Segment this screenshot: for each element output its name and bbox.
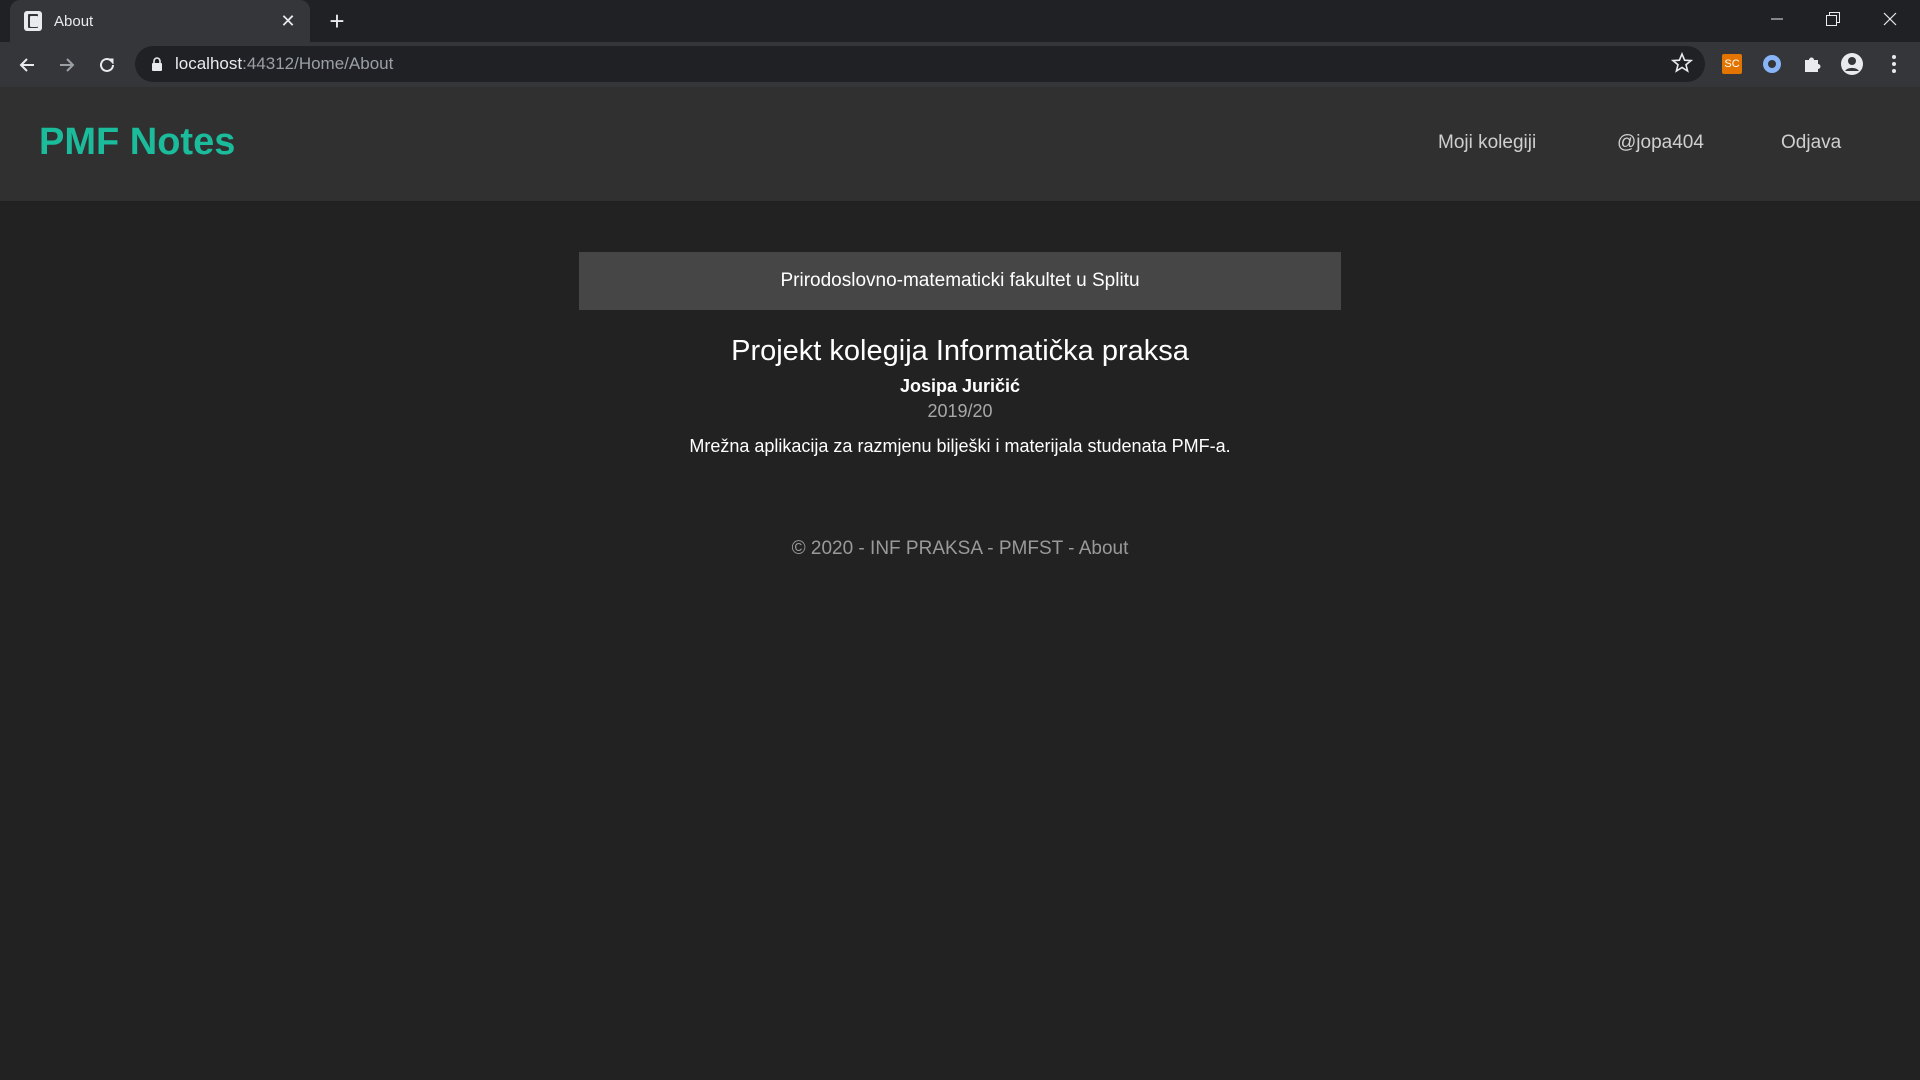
reload-icon xyxy=(100,57,114,72)
page-icon xyxy=(24,11,42,31)
bookmark-star-icon[interactable] xyxy=(1670,51,1694,79)
forward-button[interactable] xyxy=(50,48,84,82)
browser-tab-strip: About ✕ + xyxy=(0,0,1920,42)
tab-title: About xyxy=(54,12,94,30)
nav-link-profile[interactable]: @jopa404 xyxy=(1617,132,1704,154)
url-text: localhost:44312/Home/About xyxy=(175,54,394,73)
back-button[interactable] xyxy=(10,48,44,82)
author-name: Josipa Juričić xyxy=(899,376,1021,396)
page-title: Projekt kolegija Informatička praksa xyxy=(731,335,1189,367)
close-icon xyxy=(1883,12,1897,26)
extension-button[interactable] xyxy=(1758,50,1786,78)
footer: © 2020 - INF PRAKSA - PMFST - About xyxy=(0,538,1920,560)
address-bar[interactable]: localhost:44312/Home/About xyxy=(135,46,1705,82)
profile-button[interactable] xyxy=(1838,50,1866,78)
site-navbar: PMF Notes Moji kolegiji @jopa404 Odjava xyxy=(0,87,1920,201)
academic-year: 2019/20 xyxy=(927,401,993,421)
restore-icon xyxy=(1826,12,1840,26)
reload-button[interactable] xyxy=(90,48,124,82)
arrow-left-icon xyxy=(19,58,34,72)
footer-about-link[interactable]: About xyxy=(1079,538,1129,559)
project-description: Mrežna aplikacija za razmjenu bilješki i… xyxy=(689,436,1231,456)
page-content: PMF Notes Moji kolegiji @jopa404 Odjava … xyxy=(0,87,1920,1080)
extensions-button[interactable] xyxy=(1798,50,1826,78)
minimize-button[interactable] xyxy=(1749,0,1805,38)
brand-logo-link[interactable]: PMF Notes xyxy=(39,121,235,164)
browser-tab[interactable]: About ✕ xyxy=(10,0,310,42)
faculty-banner: Prirodoslovno-matematicki fakultet u Spl… xyxy=(579,252,1341,310)
nav-link-my-courses[interactable]: Moji kolegiji xyxy=(1438,132,1536,154)
extension-sc-button[interactable]: SC xyxy=(1718,50,1746,78)
minimize-icon xyxy=(1771,18,1783,20)
circle-extension-icon xyxy=(1763,55,1781,73)
lock-icon xyxy=(151,57,163,71)
close-icon[interactable]: ✕ xyxy=(278,11,298,32)
restore-button[interactable] xyxy=(1805,0,1861,38)
sc-extension-icon: SC xyxy=(1722,54,1742,74)
new-tab-button[interactable]: + xyxy=(322,6,352,36)
browser-toolbar: localhost:44312/Home/About SC xyxy=(0,42,1920,87)
nav-link-logout[interactable]: Odjava xyxy=(1781,132,1841,154)
browser-menu-button[interactable] xyxy=(1880,50,1908,78)
more-vert-icon xyxy=(1892,55,1896,73)
arrow-right-icon xyxy=(60,58,75,72)
window-close-button[interactable] xyxy=(1862,0,1918,38)
account-circle-icon xyxy=(1841,53,1863,75)
footer-text: © 2020 - INF PRAKSA - PMFST - xyxy=(791,538,1079,559)
puzzle-icon xyxy=(1805,57,1821,72)
